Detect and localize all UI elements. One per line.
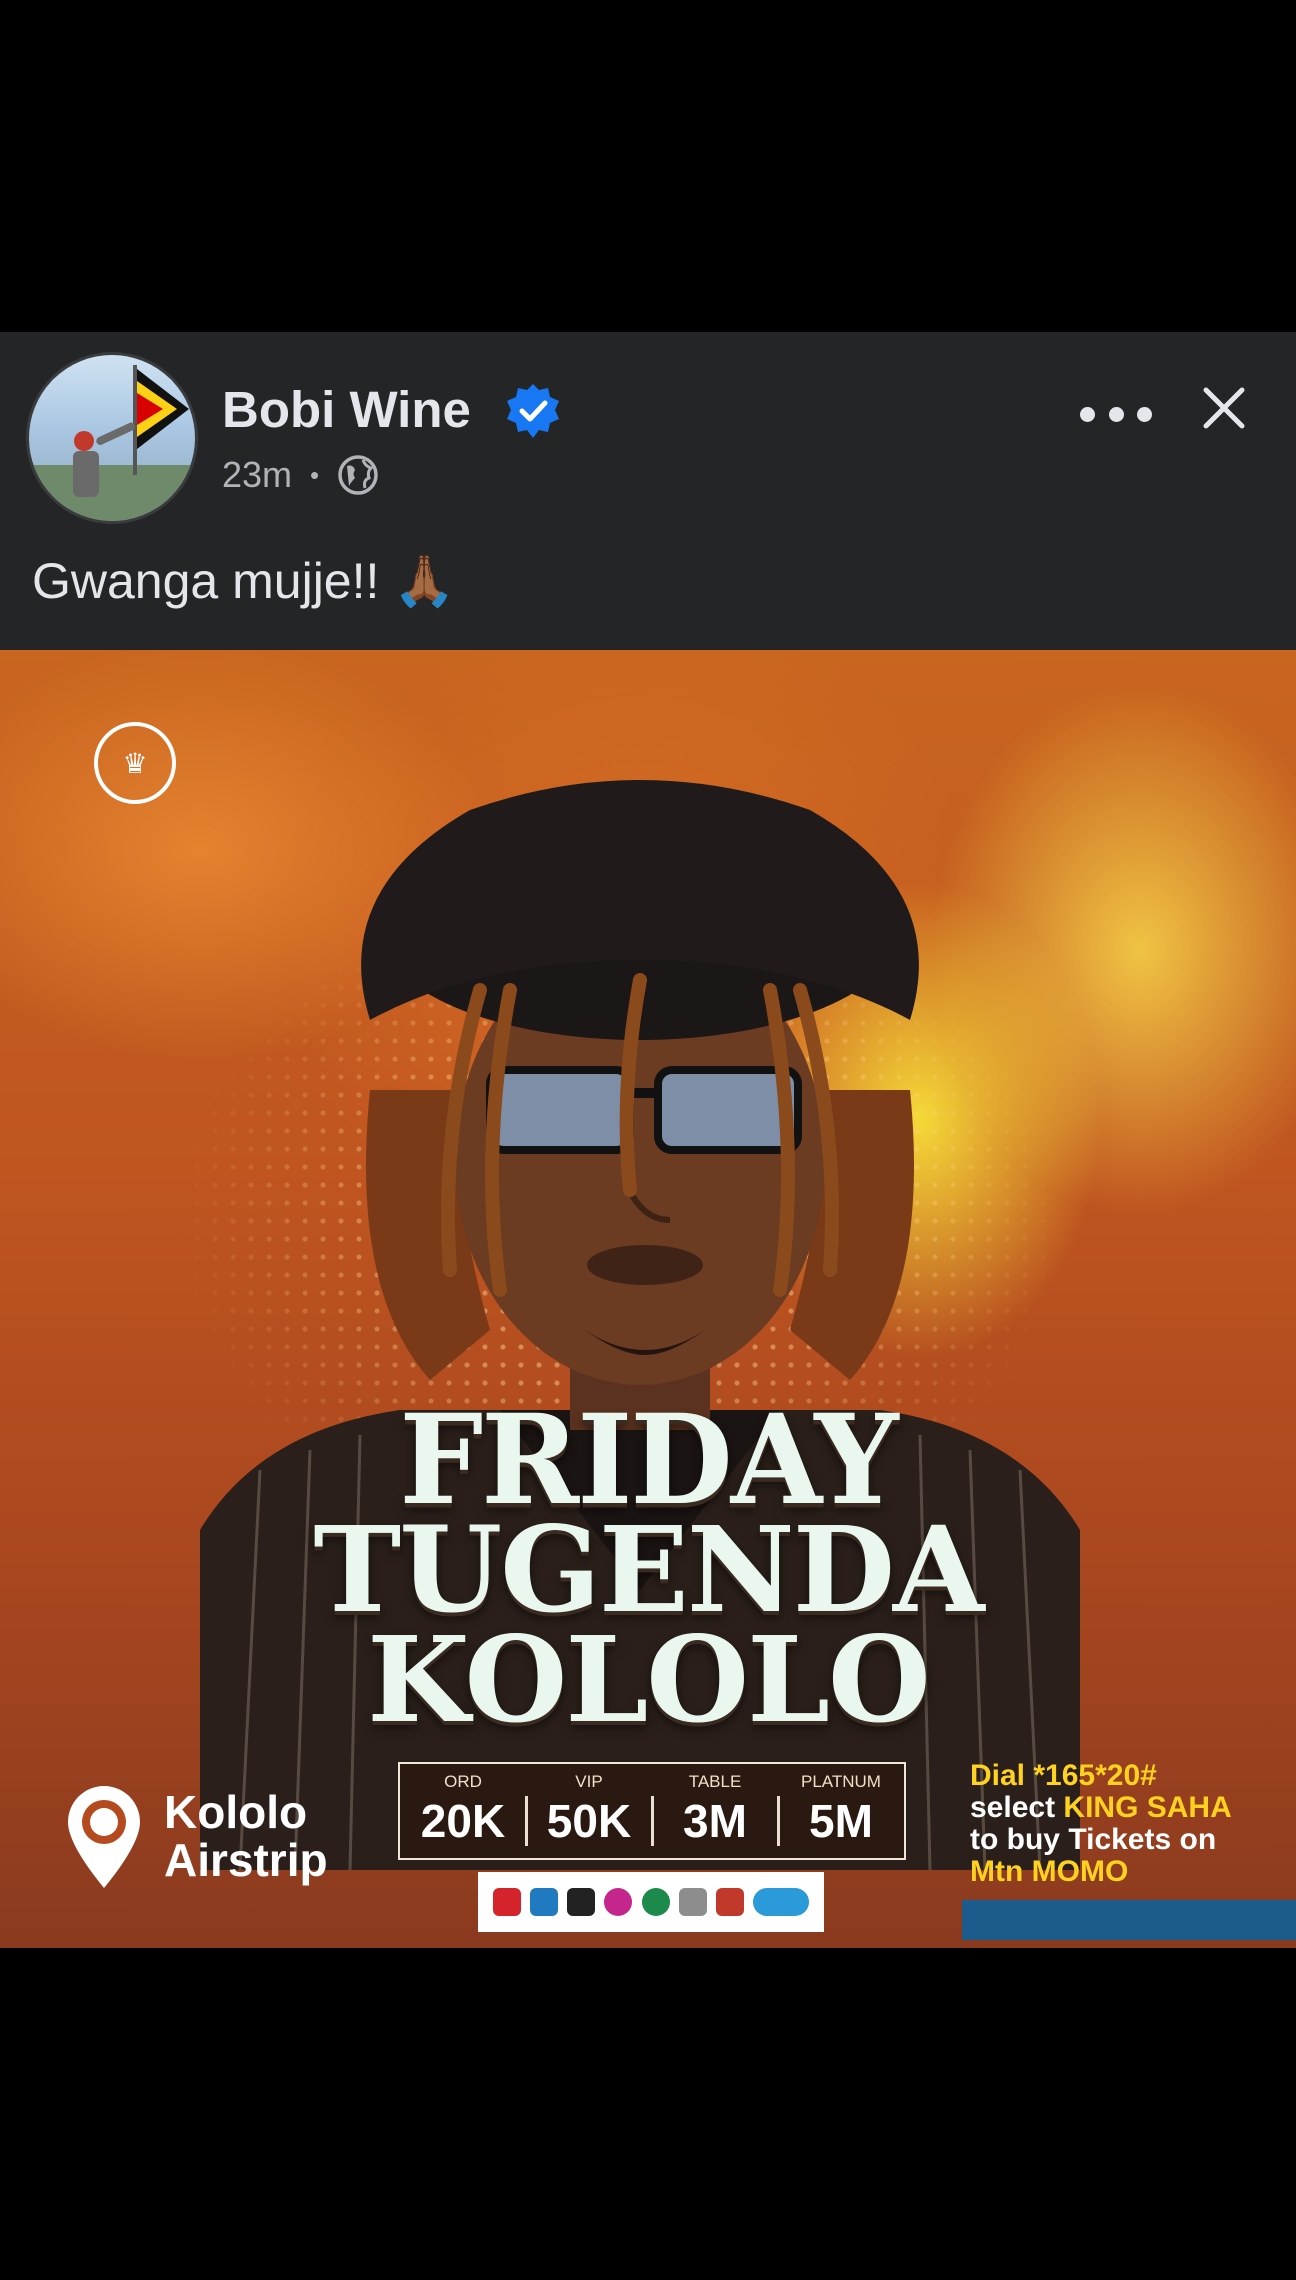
venue-name: Kololo Airstrip bbox=[164, 1788, 328, 1884]
price-ord: ORD 20K bbox=[400, 1764, 526, 1858]
meta-separator: • bbox=[310, 459, 320, 490]
dial-line-3: to buy Tickets on bbox=[970, 1823, 1217, 1856]
verified-badge-icon bbox=[507, 384, 559, 438]
dial-line-2-highlight: KING SAHA bbox=[1063, 1791, 1232, 1824]
post-header: Bobi Wine 23m • Gwanga mujje!! 🙏🏾 bbox=[0, 332, 1296, 650]
sponsor-logo bbox=[567, 1888, 596, 1916]
location-pin-icon bbox=[68, 1786, 140, 1888]
more-options-icon[interactable] bbox=[1080, 394, 1152, 434]
post-caption: Gwanga mujje!! 🙏🏾 bbox=[32, 553, 456, 609]
kings-love-logo: ♛ bbox=[94, 722, 176, 804]
sponsor-logo bbox=[641, 1888, 670, 1916]
venue-line-2: Airstrip bbox=[164, 1834, 328, 1886]
dial-line-4: Mtn MOMO bbox=[970, 1855, 1129, 1888]
sponsor-logo bbox=[752, 1888, 809, 1916]
sponsor-logo bbox=[678, 1888, 707, 1916]
price-value: 50K bbox=[546, 1795, 632, 1847]
dial-line-1: Dial *165*20# bbox=[970, 1759, 1157, 1792]
sponsor-logo bbox=[715, 1888, 744, 1916]
dial-instructions: Dial *165*20# select KING SAHA to buy Ti… bbox=[970, 1760, 1232, 1888]
sponsor-logo bbox=[493, 1888, 522, 1916]
price-table: TABLE 3M bbox=[651, 1764, 778, 1858]
price-label: PLATNUM bbox=[801, 1772, 881, 1791]
dial-line-2: select KING SAHA bbox=[970, 1792, 1232, 1824]
post-time[interactable]: 23m bbox=[222, 454, 292, 496]
post-meta: 23m • bbox=[222, 454, 379, 496]
price-label: TABLE bbox=[688, 1772, 742, 1791]
bottom-letterbox bbox=[0, 1948, 1296, 2280]
sponsor-logo bbox=[604, 1888, 633, 1916]
event-flyer-image[interactable]: ♛ FRIDAY TUGENDA KOLOLO Kololo Airstrip … bbox=[0, 650, 1296, 1948]
price-value: 3M bbox=[683, 1795, 747, 1847]
ticket-prices: ORD 20K VIP 50K TABLE 3M PLATNUM 5M bbox=[398, 1762, 906, 1860]
close-icon[interactable] bbox=[1200, 384, 1248, 432]
price-value: 20K bbox=[420, 1795, 506, 1847]
flyer-accent-bar bbox=[962, 1900, 1296, 1940]
author-avatar[interactable] bbox=[26, 352, 198, 524]
sponsor-logos bbox=[478, 1872, 824, 1932]
price-vip: VIP 50K bbox=[525, 1764, 652, 1858]
more-dot bbox=[1080, 406, 1095, 422]
price-value: 5M bbox=[809, 1795, 873, 1847]
headline-line-3: KOLOLO bbox=[367, 1610, 931, 1749]
more-dot bbox=[1108, 406, 1124, 422]
price-label: VIP bbox=[575, 1772, 603, 1791]
top-letterbox bbox=[0, 0, 1296, 332]
venue-line-1: Kololo bbox=[164, 1786, 308, 1838]
crown-icon: ♛ bbox=[122, 747, 148, 779]
more-dot bbox=[1137, 406, 1152, 422]
dial-line-2-prefix: select bbox=[970, 1791, 1064, 1824]
sponsor-logo bbox=[530, 1888, 559, 1916]
price-label: ORD bbox=[444, 1772, 482, 1791]
avatar-image bbox=[29, 365, 195, 521]
globe-icon[interactable] bbox=[337, 454, 379, 496]
author-name[interactable]: Bobi Wine bbox=[222, 380, 471, 439]
price-platnum: PLATNUM 5M bbox=[777, 1764, 904, 1858]
